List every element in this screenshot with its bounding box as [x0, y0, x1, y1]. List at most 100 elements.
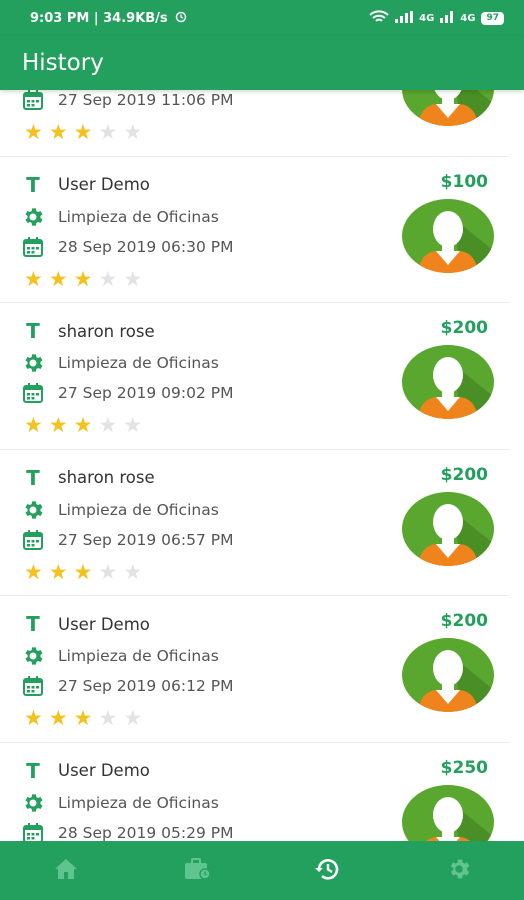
history-item[interactable]: T27 Sep 2019 11:06 PM★★★★★ — [0, 90, 510, 157]
date-text: 27 Sep 2019 09:02 PM — [58, 384, 234, 402]
price-label: $250 — [440, 757, 488, 778]
star-icon: ★ — [123, 120, 143, 144]
customer-row: Tsharon rose — [20, 465, 155, 490]
customer-name: User Demo — [58, 175, 150, 194]
network-label-1: 4G — [419, 12, 435, 24]
star-icon: ★ — [98, 559, 118, 584]
customer-row: T User Demo — [20, 173, 150, 197]
rating-stars: ★ ★ ★ ★ ★ — [24, 708, 142, 729]
service-name: Limpieza de Oficinas — [58, 354, 219, 372]
star-icon: ★ — [24, 706, 43, 730]
history-item[interactable]: Tsharon rose $200 Limpieza de Oficinas 27 S… — [0, 303, 510, 450]
history-item[interactable]: T User Demo $200 Limpieza de Oficinas 27 Sep… — [0, 596, 510, 743]
star-icon: ★ — [48, 559, 68, 584]
star-icon: ★ — [24, 120, 43, 144]
customer-row: T User Demo — [20, 759, 150, 783]
rating-stars: ★ ★ ★ ★ ★ — [24, 266, 143, 291]
nav-settings[interactable] — [429, 851, 489, 891]
price-label: $200 — [440, 611, 488, 631]
star-icon: ★ — [73, 266, 93, 291]
date-row: 27 Sep 2019 09:02 PM — [20, 381, 233, 405]
battery-indicator: 97 — [481, 11, 504, 25]
customer-name: User Demo — [58, 614, 150, 634]
history-item[interactable]: T User Demo $100 Limpieza de Oficinas 28 Sep… — [0, 157, 510, 303]
network-label-2: 4G — [460, 12, 476, 24]
text-t-icon: T — [26, 465, 40, 490]
service-row: Limpieza de Oficinas — [20, 351, 219, 375]
user-avatar-icon — [402, 90, 494, 126]
date-text: 28 Sep 2019 05:29 PM — [58, 823, 234, 842]
star-icon: ★ — [123, 266, 143, 291]
history-item[interactable]: T User Demo $250 Limpieza de Oficinas 28 Sep… — [0, 743, 510, 842]
rating-stars: ★ ★ ★ ★ ★ — [24, 122, 142, 143]
gear-icon — [20, 791, 46, 815]
service-row: Limpieza de Oficinas — [20, 498, 219, 522]
service-row: Limpieza de Oficinas — [20, 791, 219, 815]
signal-icon-2 — [440, 10, 454, 26]
calendar-icon — [20, 821, 46, 841]
nav-history[interactable] — [298, 851, 358, 891]
user-avatar-icon — [402, 198, 494, 273]
gear-icon — [20, 644, 46, 668]
star-icon: ★ — [123, 559, 143, 584]
rating-stars: ★ ★ ★ ★ ★ — [24, 559, 143, 584]
date-row: 27 Sep 2019 06:57 PM — [20, 528, 233, 552]
customer-name: User Demo — [58, 761, 150, 780]
service-name: Limpieza de Oficinas — [58, 500, 219, 519]
status-time: 9:03 PM | 34.9KB/s — [30, 10, 168, 26]
wifi-icon — [369, 9, 389, 27]
star-icon: ★ — [24, 413, 43, 437]
app-bar: History — [0, 36, 524, 90]
gear-icon — [20, 205, 46, 229]
star-icon: ★ — [98, 706, 118, 730]
history-item[interactable]: Tsharon rose $200 Limpieza de Oficinas 27 S… — [0, 450, 510, 596]
date-text: 27 Sep 2019 06:12 PM — [58, 677, 234, 695]
settings-icon — [446, 856, 472, 886]
alarm-icon — [174, 9, 188, 27]
gear-icon — [20, 498, 46, 522]
history-list-content: T27 Sep 2019 11:06 PM★★★★★TUser Demo$100… — [0, 90, 524, 841]
date-text: 28 Sep 2019 06:30 PM — [58, 237, 234, 256]
price-label: $100 — [440, 171, 488, 192]
date-row: 28 Sep 2019 05:29 PM — [20, 821, 234, 842]
history-icon — [314, 856, 342, 886]
star-icon: ★ — [48, 120, 68, 144]
nav-home[interactable] — [36, 851, 96, 891]
star-icon: ★ — [48, 413, 68, 437]
service-name: Limpieza de Oficinas — [58, 647, 219, 665]
star-icon: ★ — [123, 706, 143, 730]
text-t-icon: T — [26, 612, 40, 636]
star-icon: ★ — [24, 266, 43, 291]
price-label: $200 — [440, 318, 488, 338]
customer-row: Tsharon rose — [20, 319, 155, 343]
star-icon: ★ — [48, 266, 68, 291]
status-left: 9:03 PM | 34.9KB/s — [30, 9, 369, 27]
page-title: History — [22, 50, 104, 76]
service-row: Limpieza de Oficinas — [20, 644, 219, 668]
date-text: 27 Sep 2019 06:57 PM — [58, 530, 234, 549]
customer-name: sharon rose — [58, 468, 155, 487]
star-icon: ★ — [123, 413, 143, 437]
star-icon: ★ — [73, 120, 93, 144]
calendar-icon — [20, 235, 46, 259]
calendar-icon — [20, 528, 46, 552]
customer-name: sharon rose — [58, 321, 155, 341]
home-icon — [53, 857, 79, 885]
bottom-navigation — [0, 841, 524, 900]
rating-stars: ★ ★ ★ ★ ★ — [24, 415, 142, 436]
gear-icon — [20, 351, 46, 375]
history-list[interactable]: T27 Sep 2019 11:06 PM★★★★★TUser Demo$100… — [0, 90, 524, 841]
star-icon: ★ — [98, 120, 118, 144]
service-name: Limpieza de Oficinas — [58, 207, 219, 226]
signal-icon — [395, 10, 414, 26]
text-t-icon: T — [26, 172, 40, 197]
user-avatar-icon — [402, 784, 494, 841]
nav-jobs[interactable] — [167, 851, 227, 891]
calendar-icon — [20, 674, 46, 698]
date-row: 28 Sep 2019 06:30 PM — [20, 235, 233, 259]
calendar-icon — [20, 90, 46, 112]
star-icon: ★ — [98, 413, 118, 437]
star-icon: ★ — [48, 706, 68, 730]
star-icon: ★ — [73, 413, 93, 437]
user-avatar-icon — [402, 638, 494, 712]
